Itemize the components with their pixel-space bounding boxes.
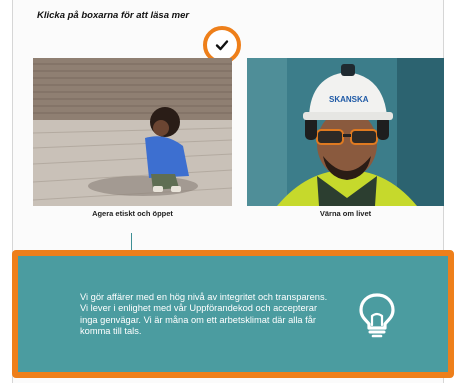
card-caption: Värna om livet [319,209,372,218]
child-sitting-on-deck-photo [33,58,232,206]
checkmark-icon [215,40,229,51]
card-protect-life[interactable]: SKANSKA Värna om livet [247,58,444,220]
info-panel-text: Vi gör affärer med en hög nivå av integr… [80,292,328,337]
worker-with-hardhat-photo: SKANSKA [247,58,444,206]
hardhat-logo-text: SKANSKA [329,95,369,104]
info-panel: Vi gör affärer med en hög nivå av integr… [12,250,454,378]
lightbulb-icon [359,293,395,338]
card-caption: Agera etiskt och öppet [92,209,173,218]
instruction-text: Klicka på boxarna för att läsa mer [37,10,190,21]
card-act-ethically[interactable]: Agera etiskt och öppet [33,58,232,220]
